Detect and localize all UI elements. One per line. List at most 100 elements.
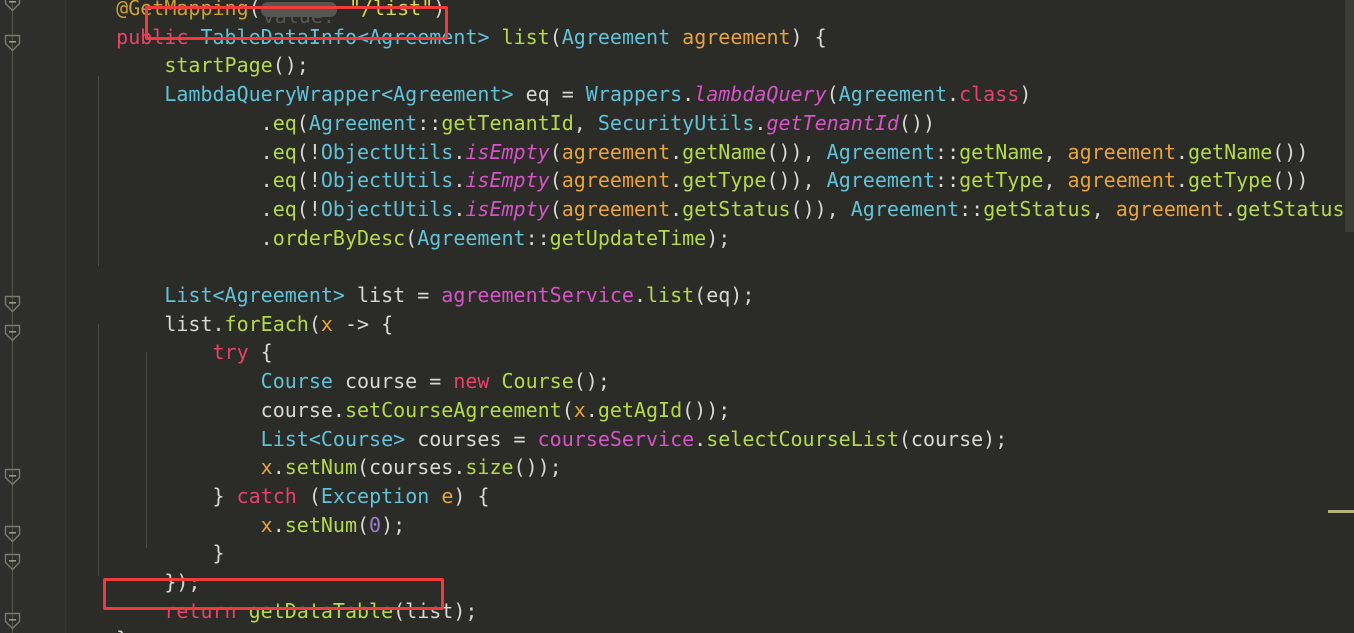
code-token: course = xyxy=(332,369,454,394)
fold-collapse-icon[interactable] xyxy=(4,295,21,313)
code-token: . xyxy=(332,397,345,422)
code-token: , xyxy=(1043,139,1068,164)
code-token: < xyxy=(381,82,394,107)
code-line[interactable]: list.forEach(x -> { xyxy=(68,310,393,339)
code-token: ObjectUtils xyxy=(320,196,454,221)
code-token: isEmpty xyxy=(465,196,550,221)
code-line[interactable]: } catch (Exception e) { xyxy=(68,482,490,511)
code-token: . xyxy=(694,426,707,451)
code-line[interactable]: } xyxy=(68,625,128,633)
code-token: } xyxy=(212,541,225,566)
fold-collapse-icon[interactable] xyxy=(4,612,21,630)
code-token: Agreement xyxy=(393,82,502,107)
code-folding-gutter[interactable] xyxy=(0,0,66,633)
code-token: . xyxy=(1175,168,1188,193)
code-token: list xyxy=(164,311,213,336)
fold-collapse-icon[interactable] xyxy=(4,553,21,571)
code-token: setCourseAgreement xyxy=(344,397,562,422)
code-editor[interactable]: @GetMapping(value: "/list") public Table… xyxy=(0,0,1354,633)
code-token: isEmpty xyxy=(465,139,550,164)
code-line[interactable]: .eq(!ObjectUtils.isEmpty(agreement.getSt… xyxy=(68,195,1354,224)
code-line[interactable]: course.setCourseAgreement(x.getAgId()); xyxy=(68,396,731,425)
code-token: Course xyxy=(501,369,574,394)
code-token: Agreement xyxy=(826,168,936,193)
code-token: courses = xyxy=(405,426,538,451)
code-line[interactable]: .orderByDesc(Agreement::getUpdateTime); xyxy=(68,224,731,253)
code-line[interactable]: x.setNum(courses.size()); xyxy=(68,453,562,482)
code-token: getDataTable xyxy=(248,598,394,623)
code-token: getStatus xyxy=(682,196,791,221)
code-line[interactable]: } xyxy=(68,539,225,568)
code-line[interactable]: List<Agreement> list = agreementService.… xyxy=(68,281,754,310)
code-line[interactable]: try { xyxy=(68,338,273,367)
code-token: . xyxy=(260,139,273,164)
scrollbar-thumb[interactable] xyxy=(1345,0,1354,232)
code-line[interactable]: x.setNum(0); xyxy=(68,511,406,540)
editor-scrollbar[interactable] xyxy=(1328,0,1354,633)
code-token: ); xyxy=(706,225,731,250)
code-token: -> { xyxy=(332,311,394,336)
code-line[interactable]: }); xyxy=(68,568,200,597)
code-token: . xyxy=(633,283,646,307)
code-token: Agreement xyxy=(850,196,960,221)
code-token: getTenantId xyxy=(766,110,899,135)
code-line[interactable]: startPage(); xyxy=(68,51,309,80)
code-line[interactable]: List<Course> courses = courseService.sel… xyxy=(68,425,1008,454)
fold-collapse-icon[interactable] xyxy=(4,324,21,342)
code-token: public xyxy=(116,24,189,49)
code-token: . xyxy=(670,196,683,221)
code-token: ()); xyxy=(513,455,562,480)
code-token: agreement xyxy=(1067,168,1176,193)
code-token: ( xyxy=(357,512,370,537)
code-token: . xyxy=(754,110,767,135)
code-token: agreement xyxy=(1115,196,1225,221)
code-token: . xyxy=(453,168,466,193)
code-token: lambdaQuery xyxy=(694,82,827,107)
code-token: getName xyxy=(1187,139,1273,164)
code-token: isEmpty xyxy=(465,168,550,193)
code-token: LambdaQueryWrapper xyxy=(164,82,382,107)
fold-collapse-icon[interactable] xyxy=(4,468,21,486)
code-token: ( xyxy=(308,311,321,336)
code-line[interactable]: .eq(Agreement::getTenantId, SecurityUtil… xyxy=(68,109,935,138)
code-token: ()) xyxy=(898,110,936,135)
code-line[interactable]: LambdaQueryWrapper<Agreement> eq = Wrapp… xyxy=(68,80,1031,109)
code-token: Exception xyxy=(320,483,430,508)
code-line[interactable]: @GetMapping(value: "/list") xyxy=(68,0,445,28)
code-token: agreementService xyxy=(441,283,634,307)
code-token: . xyxy=(260,225,273,250)
code-token: Agreement xyxy=(308,110,418,135)
code-token: getAgId xyxy=(597,397,683,422)
code-content-area[interactable]: @GetMapping(value: "/list") public Table… xyxy=(66,0,1354,633)
code-token: TableDataInfo xyxy=(200,24,358,49)
code-line[interactable]: return getDataTable(list); xyxy=(68,597,477,626)
code-line[interactable]: public TableDataInfo<Agreement> list(Agr… xyxy=(68,23,827,52)
code-token: Agreement xyxy=(561,24,671,49)
fold-collapse-icon[interactable] xyxy=(4,34,21,52)
code-token: Agreement xyxy=(826,139,936,164)
code-line[interactable]: Course course = new Course(); xyxy=(68,367,610,396)
code-token: eq xyxy=(272,196,297,221)
code-token: ) { xyxy=(790,24,827,49)
code-token: class xyxy=(959,82,1020,107)
code-line[interactable]: .eq(!ObjectUtils.isEmpty(agreement.getNa… xyxy=(68,138,1309,167)
code-token: eq xyxy=(272,139,297,164)
code-line[interactable]: .eq(!ObjectUtils.isEmpty(agreement.getTy… xyxy=(68,166,1309,195)
code-token: list = xyxy=(344,283,442,307)
code-token: agreement xyxy=(1067,139,1176,164)
code-token: , xyxy=(1043,168,1068,193)
fold-collapse-icon[interactable] xyxy=(4,0,21,12)
fold-collapse-icon[interactable] xyxy=(4,525,21,543)
